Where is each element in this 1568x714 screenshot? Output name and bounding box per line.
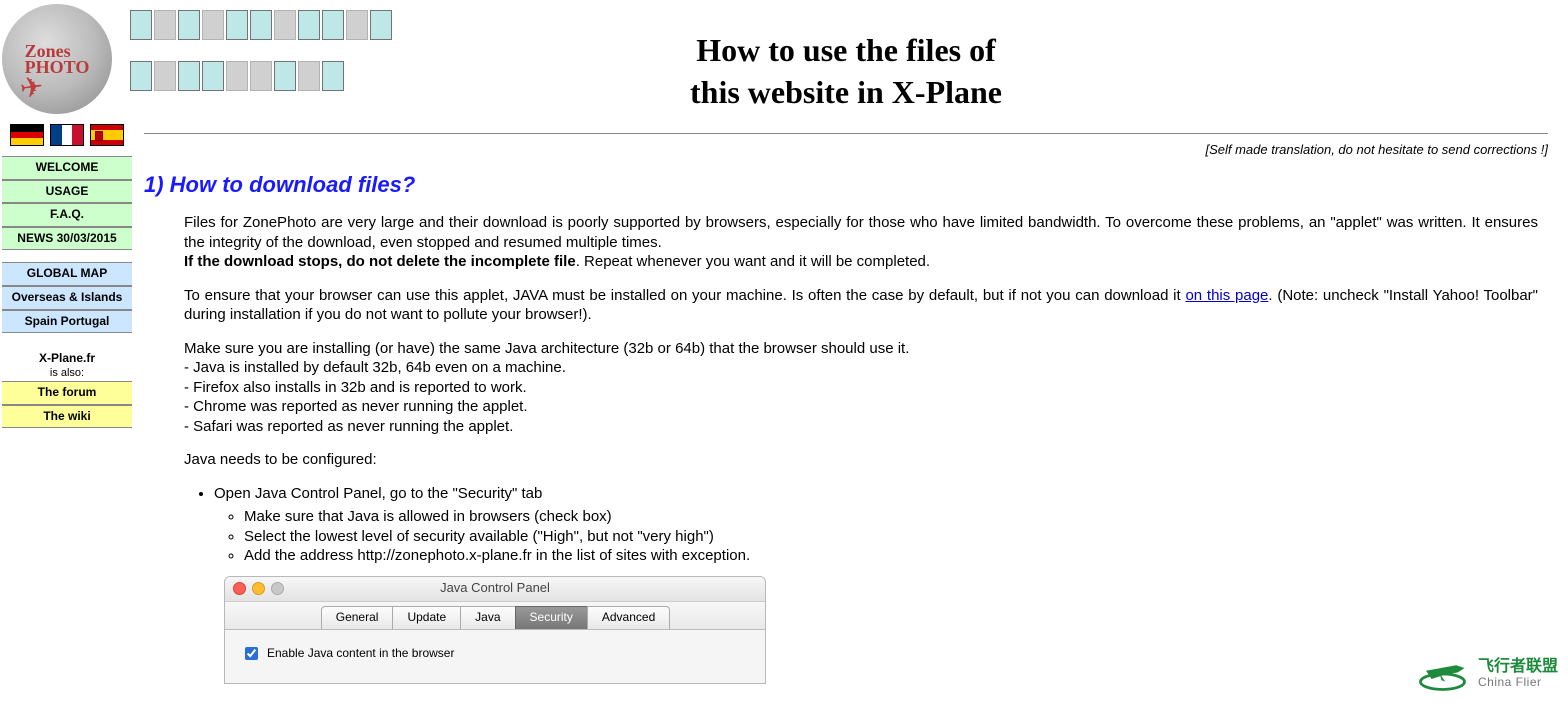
site-logo[interactable]: Zones PHOTO ✈: [2, 4, 112, 114]
nav-usage[interactable]: USAGE: [2, 180, 132, 204]
nav-welcome[interactable]: WELCOME: [2, 156, 132, 180]
sub-bullet-2: Add the address http://zonephoto.x-plane…: [244, 546, 1538, 566]
nav-global-map[interactable]: GLOBAL MAP: [2, 262, 132, 286]
para-2a: To ensure that your browser can use this…: [184, 287, 1185, 304]
jcp-tab-security: Security: [515, 606, 588, 630]
jcp-window-title: Java Control Panel: [225, 580, 765, 597]
flag-germany[interactable]: [10, 124, 44, 146]
para-1b-bold: If the download stops, do not delete the…: [184, 253, 576, 270]
site-watermark: 飞行者联盟 China Flier: [1415, 651, 1558, 696]
sidebar: Zones PHOTO ✈ WELCOME USAGE F.A.Q. NEWS …: [0, 0, 134, 434]
title-line-2: this website in X-Plane: [690, 74, 1002, 110]
para-3-line-3: - Safari was reported as never running t…: [184, 418, 513, 435]
para-3-line-0: - Java is installed by default 32b, 64b …: [184, 359, 566, 376]
para-3-line-2: - Chrome was reported as never running t…: [184, 398, 528, 415]
para-4: Java needs to be configured:: [184, 450, 1538, 470]
sub-bullet-1: Select the lowest level of security avai…: [244, 527, 1538, 547]
jcp-tab-update: Update: [392, 606, 461, 630]
page-title: How to use the files of this website in …: [144, 30, 1548, 113]
main-content: How to use the files of this website in …: [134, 0, 1568, 714]
xplane-sublabel: is also:: [2, 367, 132, 379]
para-3-line-1: - Firefox also installs in 32b and is re…: [184, 379, 527, 396]
title-divider: [144, 133, 1548, 134]
nav-forum[interactable]: The forum: [2, 381, 132, 405]
jcp-tab-advanced: Advanced: [587, 606, 670, 630]
java-control-panel-screenshot: Java Control Panel General Update Java S…: [224, 576, 766, 685]
para-3-intro: Make sure you are installing (or have) t…: [184, 340, 909, 357]
airplane-icon: ✈: [18, 70, 46, 106]
flag-france[interactable]: [50, 124, 84, 146]
jcp-tab-java: Java: [460, 606, 515, 630]
nav-wiki[interactable]: The wiki: [2, 405, 132, 429]
nav-faq[interactable]: F.A.Q.: [2, 203, 132, 227]
jcp-titlebar: Java Control Panel: [225, 577, 765, 602]
bullet-1-text: Open Java Control Panel, go to the "Secu…: [214, 485, 542, 502]
java-download-link[interactable]: on this page: [1185, 287, 1268, 304]
title-line-1: How to use the files of: [696, 32, 996, 68]
translation-note: [Self made translation, do not hesitate …: [144, 142, 1548, 157]
watermark-plane-icon: [1415, 651, 1470, 696]
bullet-open-jcp: Open Java Control Panel, go to the "Secu…: [214, 484, 1538, 685]
jcp-enable-java-checkbox: [245, 647, 258, 660]
language-flags: [2, 124, 132, 146]
para-1b-rest: . Repeat whenever you want and it will b…: [576, 253, 930, 270]
jcp-checkbox-label: Enable Java content in the browser: [267, 646, 454, 662]
sub-bullet-0: Make sure that Java is allowed in browse…: [244, 507, 1538, 527]
flag-spain[interactable]: [90, 124, 124, 146]
jcp-tab-bar: General Update Java Security Advanced: [225, 602, 765, 631]
xplane-label: X-Plane.fr: [2, 351, 132, 365]
section-1-heading: 1) How to download files?: [144, 172, 1548, 198]
nav-news[interactable]: NEWS 30/03/2015: [2, 227, 132, 251]
jcp-tab-general: General: [321, 606, 394, 630]
para-1: Files for ZonePhoto are very large and t…: [184, 214, 1538, 251]
jcp-enable-java-check: Enable Java content in the browser: [241, 644, 749, 663]
nav-spain-portugal[interactable]: Spain Portugal: [2, 310, 132, 334]
watermark-en: China Flier: [1478, 676, 1558, 689]
watermark-cn: 飞行者联盟: [1478, 658, 1558, 676]
nav-overseas[interactable]: Overseas & Islands: [2, 286, 132, 310]
